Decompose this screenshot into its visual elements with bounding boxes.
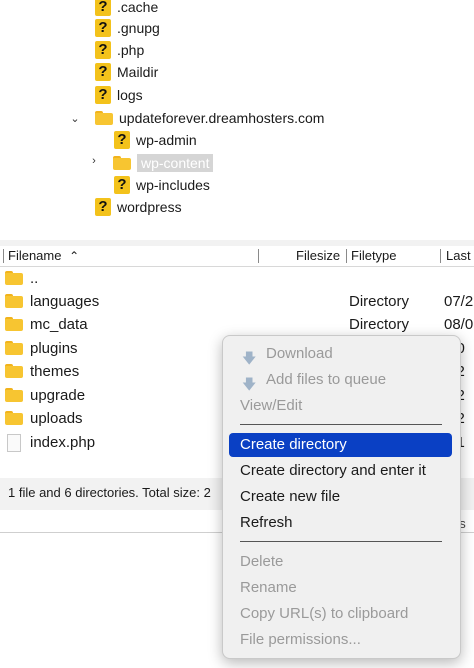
menu-item-create-directory-and-enter[interactable]: Create directory and enter it bbox=[229, 459, 452, 483]
menu-item-create-directory[interactable]: Create directory bbox=[229, 433, 452, 457]
menu-item-label: Delete bbox=[240, 553, 284, 570]
folder-icon bbox=[113, 156, 131, 170]
file-name: themes bbox=[30, 363, 80, 380]
column-header-filesize[interactable]: Filesize bbox=[296, 248, 340, 264]
file-name: uploads bbox=[30, 410, 83, 427]
file-name: mc_data bbox=[30, 316, 88, 333]
folder-icon bbox=[5, 317, 23, 331]
menu-item-label: Create directory bbox=[240, 436, 347, 453]
file-name: index.php bbox=[30, 434, 96, 451]
menu-item-label: Rename bbox=[240, 579, 297, 596]
tree-item-gnupg[interactable]: ? .gnupg bbox=[95, 17, 160, 39]
file-row-parent[interactable]: .. bbox=[0, 267, 474, 290]
status-summary: 1 file and 6 directories. Total size: 2 bbox=[8, 485, 211, 500]
folder-icon bbox=[95, 111, 113, 125]
menu-item-create-new-file[interactable]: Create new file bbox=[229, 485, 452, 509]
menu-item-label: Create directory and enter it bbox=[240, 462, 426, 479]
file-row-mc-data[interactable]: mc_data Directory 08/0 bbox=[0, 313, 474, 336]
tree-item-label: .php bbox=[117, 42, 145, 58]
question-folder-icon: ? bbox=[114, 176, 130, 194]
remote-directory-tree: ? .cache ? .gnupg ? .php ? Maildir ? log… bbox=[0, 0, 474, 240]
menu-item-rename[interactable]: Rename bbox=[229, 576, 452, 600]
menu-item-delete[interactable]: Delete bbox=[229, 550, 452, 574]
context-menu: 🡇 Download 🡇 Add files to queue View/Edi… bbox=[222, 335, 461, 659]
file-name: .. bbox=[30, 270, 39, 287]
column-header-last-modified[interactable]: Last bbox=[446, 248, 471, 264]
menu-item-download[interactable]: 🡇 Download bbox=[229, 342, 452, 366]
add-to-queue-icon: 🡇 bbox=[242, 376, 257, 392]
menu-separator bbox=[240, 541, 442, 542]
menu-item-label: File permissions... bbox=[240, 631, 361, 648]
question-folder-icon: ? bbox=[95, 0, 111, 16]
tree-item-label: logs bbox=[117, 87, 143, 103]
question-folder-icon: ? bbox=[95, 41, 111, 59]
menu-item-label: Download bbox=[266, 345, 333, 362]
column-separator[interactable] bbox=[3, 249, 4, 263]
file-list-header: Filename ⌃ Filesize Filetype Last bbox=[0, 246, 474, 267]
tree-item-php[interactable]: ? .php bbox=[95, 39, 144, 61]
question-folder-icon: ? bbox=[95, 63, 111, 81]
menu-item-label: Create new file bbox=[240, 488, 341, 505]
file-type: Directory bbox=[349, 316, 410, 333]
menu-item-label: View/Edit bbox=[240, 397, 303, 414]
tree-item-cache[interactable]: ? .cache bbox=[95, 0, 158, 18]
file-name: languages bbox=[30, 293, 100, 310]
column-separator[interactable] bbox=[346, 249, 347, 263]
tree-item-label: wp-content bbox=[137, 154, 214, 172]
tree-item-label: wp-includes bbox=[136, 177, 210, 193]
file-date: 07/2 bbox=[444, 293, 474, 310]
tree-item-wordpress[interactable]: ? wordpress bbox=[95, 196, 182, 218]
menu-item-view-edit[interactable]: View/Edit bbox=[229, 394, 452, 418]
document-icon bbox=[7, 434, 21, 452]
tree-item-logs[interactable]: ? logs bbox=[95, 84, 143, 106]
tree-item-wp-includes[interactable]: ? wp-includes bbox=[114, 174, 210, 196]
column-header-filename[interactable]: Filename ⌃ bbox=[8, 248, 79, 264]
sort-ascending-icon: ⌃ bbox=[69, 249, 80, 263]
menu-item-add-files-to-queue[interactable]: 🡇 Add files to queue bbox=[229, 368, 452, 392]
tree-item-updateforever[interactable]: updateforever.dreamhosters.com bbox=[95, 107, 324, 129]
folder-icon bbox=[5, 388, 23, 402]
file-type: Directory bbox=[349, 293, 410, 310]
column-header-label: Filename bbox=[8, 248, 62, 263]
menu-item-label: Add files to queue bbox=[266, 371, 387, 388]
tree-item-label: .gnupg bbox=[117, 20, 160, 36]
column-separator[interactable] bbox=[258, 249, 259, 263]
download-arrow-icon: 🡇 bbox=[242, 350, 257, 366]
column-separator[interactable] bbox=[440, 249, 441, 263]
folder-icon bbox=[5, 294, 23, 308]
menu-item-refresh[interactable]: Refresh bbox=[229, 511, 452, 535]
file-name: upgrade bbox=[30, 387, 86, 404]
tree-item-label: wp-admin bbox=[136, 132, 197, 148]
folder-icon bbox=[5, 271, 23, 285]
tree-item-label: updateforever.dreamhosters.com bbox=[119, 110, 325, 126]
menu-item-label: Copy URL(s) to clipboard bbox=[240, 605, 409, 622]
menu-item-label: Refresh bbox=[240, 514, 293, 531]
tree-item-wp-content[interactable]: wp-content bbox=[113, 152, 214, 174]
file-date: 08/0 bbox=[444, 316, 474, 333]
tree-item-label: wordpress bbox=[117, 199, 182, 215]
chevron-down-icon[interactable]: ⌄ bbox=[69, 112, 81, 125]
tree-item-maildir[interactable]: ? Maildir bbox=[95, 61, 158, 83]
menu-item-file-permissions[interactable]: File permissions... bbox=[229, 628, 452, 652]
folder-icon bbox=[5, 341, 23, 355]
chevron-right-icon[interactable]: › bbox=[88, 155, 100, 167]
tree-item-label: .cache bbox=[117, 0, 159, 15]
question-folder-icon: ? bbox=[95, 19, 111, 37]
question-folder-icon: ? bbox=[95, 198, 111, 216]
menu-separator bbox=[240, 424, 442, 425]
tree-item-wp-admin[interactable]: ? wp-admin bbox=[114, 129, 197, 151]
question-folder-icon: ? bbox=[114, 131, 130, 149]
file-row-languages[interactable]: languages Directory 07/2 bbox=[0, 290, 474, 313]
folder-icon bbox=[5, 411, 23, 425]
question-folder-icon: ? bbox=[95, 86, 111, 104]
file-name: plugins bbox=[30, 340, 78, 357]
menu-item-copy-url[interactable]: Copy URL(s) to clipboard bbox=[229, 602, 452, 626]
column-header-filetype[interactable]: Filetype bbox=[351, 248, 397, 264]
folder-icon bbox=[5, 364, 23, 378]
tree-item-label: Maildir bbox=[117, 64, 159, 80]
